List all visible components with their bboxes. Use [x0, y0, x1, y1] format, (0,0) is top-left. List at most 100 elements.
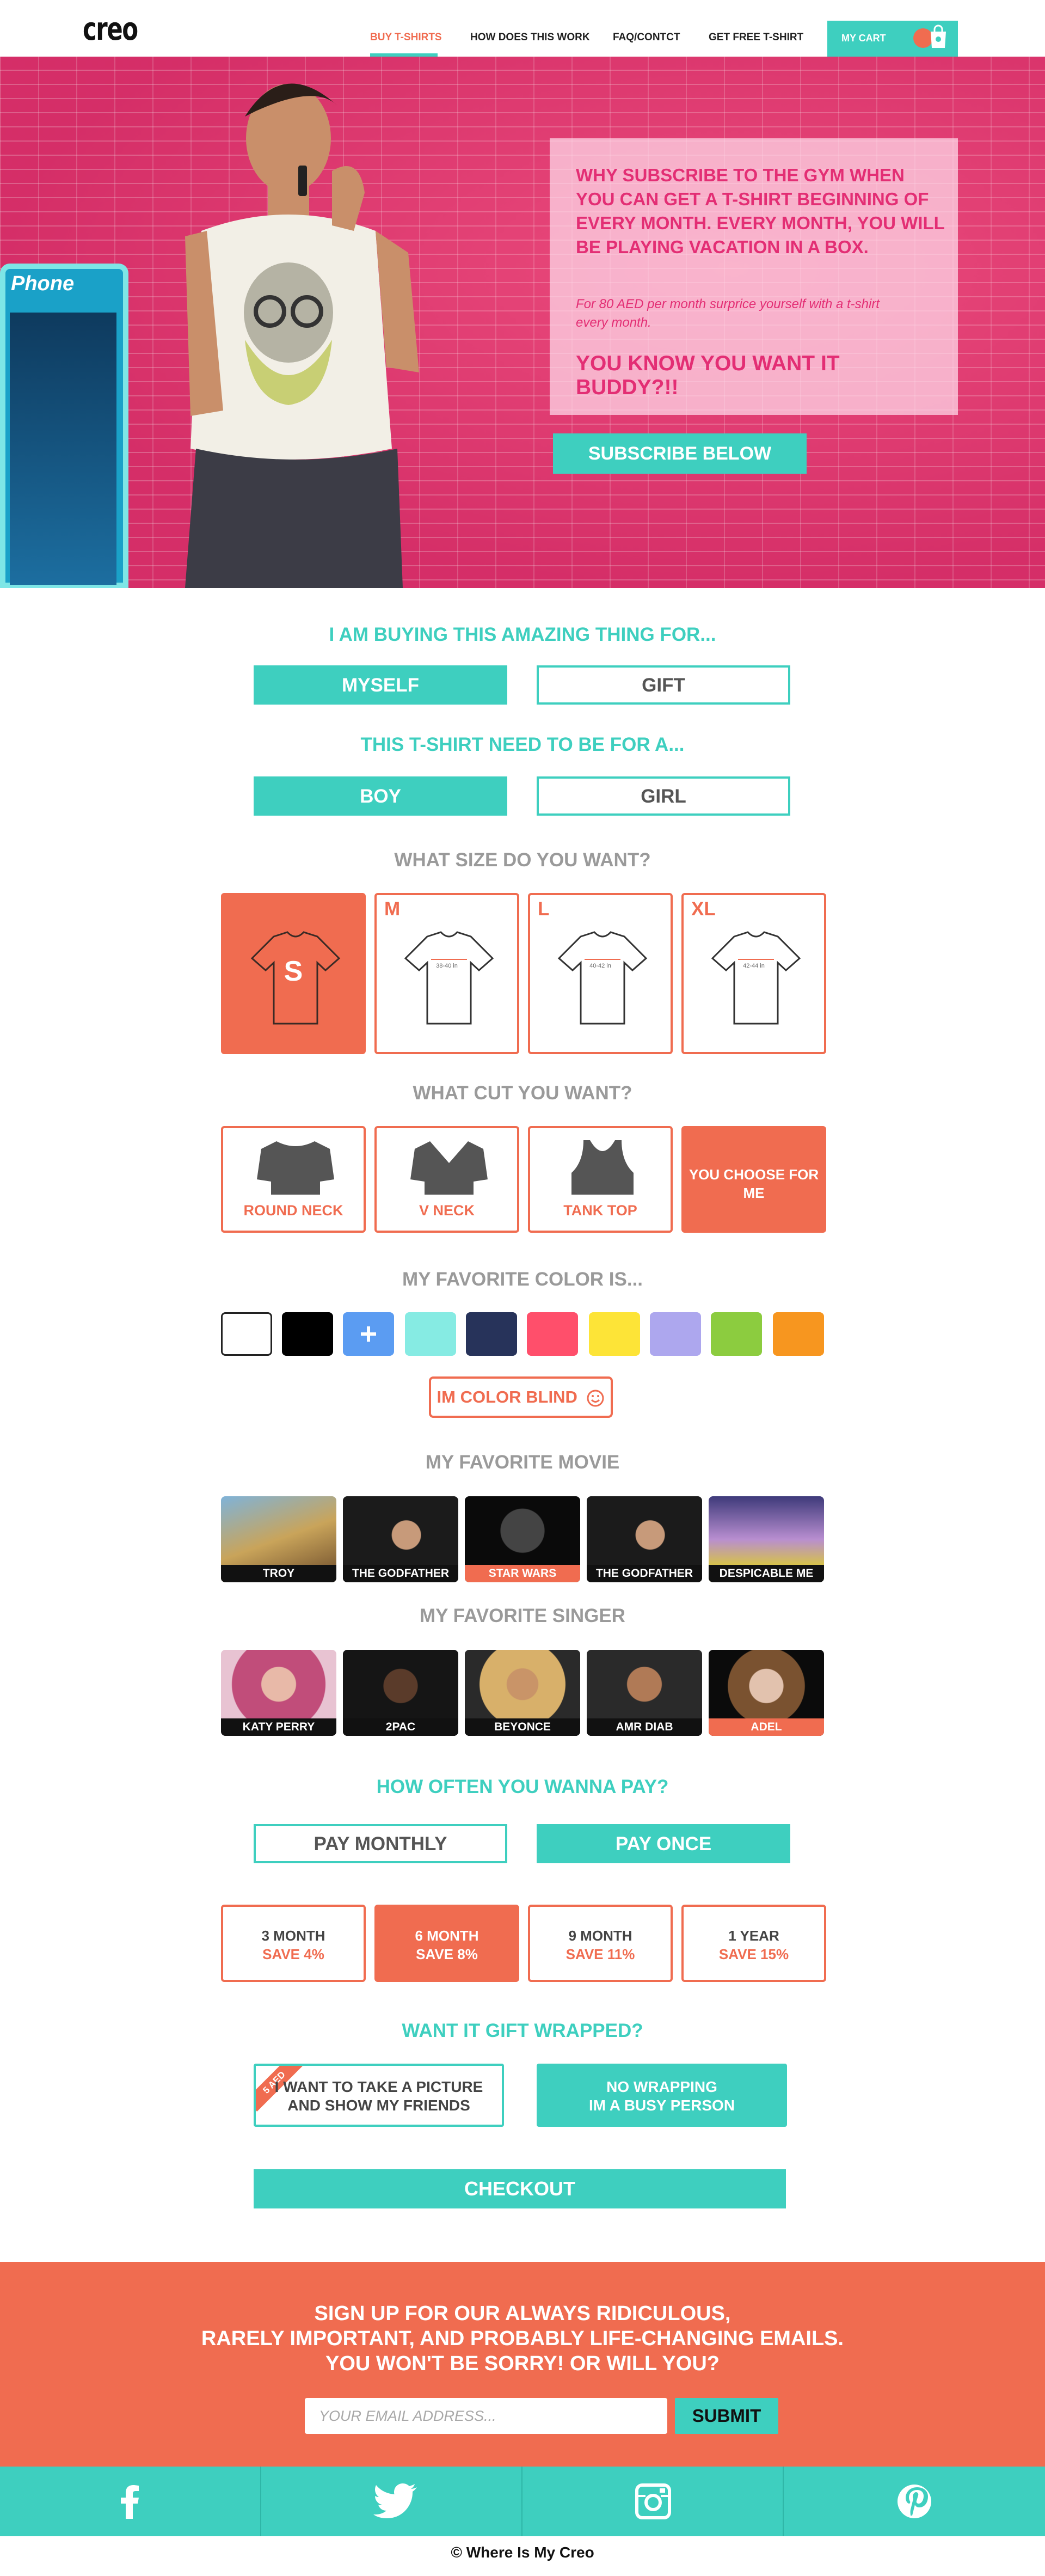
color-swatch-white[interactable] — [221, 1312, 272, 1356]
movie-tile-troy[interactable]: TROY — [221, 1496, 336, 1582]
cut-label-tank-top: TANK TOP — [563, 1202, 637, 1219]
instagram-icon — [635, 2483, 671, 2519]
size-card-xl[interactable]: XL 42-44 in — [681, 893, 826, 1054]
cut-label-round-neck: ROUND NECK — [243, 1202, 343, 1219]
cart-label: MY CART — [841, 33, 886, 44]
singer-title: MY FAVORITE SINGER — [420, 1605, 625, 1626]
hero-headline: WHY SUBSCRIBE TO THE GYM WHEN YOU CAN GE… — [576, 165, 945, 257]
nav-buy-tshirts[interactable]: BUY T-SHIRTS — [370, 32, 442, 44]
cut-card-round-neck[interactable]: ROUND NECK — [221, 1126, 366, 1233]
option-gift[interactable]: GIFT — [537, 665, 790, 705]
cut-card-tank-top[interactable]: TANK TOP — [528, 1126, 673, 1233]
movie-tile-despicable-me[interactable]: DESPICABLE ME — [709, 1496, 824, 1582]
plan-1-year[interactable]: 1 YEAR SAVE 15% — [681, 1905, 826, 1982]
plan-3-month[interactable]: 3 MONTH SAVE 4% — [221, 1905, 366, 1982]
option-myself[interactable]: MYSELF — [254, 665, 507, 705]
plan-term: 6 MONTH — [415, 1928, 479, 1944]
nav-how-it-works[interactable]: HOW DOES THIS WORK — [470, 32, 590, 44]
copyright: © Where Is My Creo — [451, 2544, 594, 2561]
option-pay-monthly[interactable]: PAY MONTHLY — [254, 1824, 507, 1863]
plan-saving: SAVE 4% — [262, 1946, 324, 1962]
color-swatch-green[interactable] — [711, 1312, 762, 1356]
logo[interactable]: creo — [83, 10, 138, 48]
size-label-s: S — [284, 956, 303, 987]
movie-tile-godfather-2[interactable]: THE GODFATHER — [587, 1496, 702, 1582]
gender-title: THIS T-SHIRT NEED TO BE FOR A... — [360, 734, 685, 755]
submit-button[interactable]: SUBMIT — [675, 2398, 778, 2434]
singer-label: 2PAC — [343, 1718, 458, 1736]
pinterest-link[interactable] — [784, 2467, 1045, 2536]
cut-card-you-choose[interactable]: YOU CHOOSE FOR ME — [681, 1126, 826, 1233]
option-girl[interactable]: GIRL — [537, 776, 790, 816]
wrap-line-1: NO WRAPPING — [606, 2078, 717, 2095]
movie-tile-star-wars[interactable]: STAR WARS — [465, 1496, 580, 1582]
tshirt-icon — [711, 931, 801, 1025]
movie-label: STAR WARS — [465, 1565, 580, 1582]
hero-text-panel: WHY SUBSCRIBE TO THE GYM WHEN YOU CAN GE… — [550, 138, 958, 415]
email-input[interactable] — [305, 2398, 667, 2434]
checkout-button[interactable]: CHECKOUT — [254, 2169, 786, 2208]
nav-get-free-tshirt[interactable]: GET FREE T-SHIRT — [709, 32, 803, 44]
color-swatch-lavender[interactable] — [650, 1312, 701, 1356]
movie-tile-godfather[interactable]: THE GODFATHER — [343, 1496, 458, 1582]
social-bar — [0, 2467, 1045, 2536]
color-swatch-aqua[interactable] — [405, 1312, 456, 1356]
wrap-line-2: AND SHOW MY FRIENDS — [287, 2097, 470, 2114]
option-pay-once[interactable]: PAY ONCE — [537, 1824, 790, 1863]
wrap-line-2: IM A BUSY PERSON — [588, 2097, 735, 2114]
singer-label: KATY PERRY — [221, 1718, 336, 1736]
subscribe-below-button[interactable]: SUBSCRIBE BELOW — [553, 433, 807, 474]
singer-tile-adel[interactable]: ADEL — [709, 1650, 824, 1736]
model-photo — [185, 83, 419, 588]
plan-6-month[interactable]: 6 MONTH SAVE 8% — [374, 1905, 519, 1982]
twitter-icon — [373, 2483, 417, 2518]
hero-tagline: YOU KNOW YOU WANT IT BUDDY?!! — [576, 352, 840, 399]
plan-9-month[interactable]: 9 MONTH SAVE 11% — [528, 1905, 673, 1982]
singer-tile-katy-perry[interactable]: KATY PERRY — [221, 1650, 336, 1736]
movie-label: DESPICABLE ME — [709, 1565, 824, 1582]
hero-price-text: For 80 AED per month surprice yourself w… — [576, 297, 880, 330]
v-neck-shirt-icon — [410, 1141, 488, 1195]
color-swatch-yellow[interactable] — [589, 1312, 640, 1356]
size-card-s[interactable]: S — [221, 893, 366, 1054]
movie-label: TROY — [221, 1565, 336, 1582]
facebook-link[interactable] — [0, 2467, 261, 2536]
color-swatch-navy[interactable] — [466, 1312, 517, 1356]
option-boy[interactable]: BOY — [254, 776, 507, 816]
shopping-bag-icon — [931, 25, 946, 48]
newsletter-line-3: YOU WON'T BE SORRY! OR WILL YOU? — [325, 2352, 720, 2375]
my-cart-button[interactable]: MY CART — [827, 21, 958, 57]
cut-card-v-neck[interactable]: V NECK — [374, 1126, 519, 1233]
round-neck-shirt-icon — [257, 1141, 334, 1195]
color-swatch-orange[interactable] — [773, 1312, 824, 1356]
phone-booth-label: Phone — [11, 272, 75, 295]
option-no-wrapping[interactable]: NO WRAPPING IM A BUSY PERSON — [537, 2064, 787, 2127]
singer-label: ADEL — [709, 1718, 824, 1736]
singer-tile-amr-diab[interactable]: AMR DIAB — [587, 1650, 702, 1736]
smiley-icon — [587, 1390, 604, 1407]
nav-faq-contact[interactable]: FAQ/CONTCT — [613, 32, 680, 44]
newsletter-section: SIGN UP FOR OUR ALWAYS RIDICULOUS, RAREL… — [0, 2262, 1045, 2467]
color-blind-button[interactable]: IM COLOR BLIND — [429, 1376, 613, 1418]
facebook-icon — [121, 2485, 139, 2519]
movie-label: THE GODFATHER — [343, 1565, 458, 1582]
color-swatch-black[interactable] — [282, 1312, 333, 1356]
instagram-link[interactable] — [522, 2467, 784, 2536]
cut-label-v-neck: V NECK — [419, 1202, 475, 1219]
option-gift-wrap[interactable]: 5 AED I WANT TO TAKE A PICTURE AND SHOW … — [254, 2064, 504, 2127]
singer-tile-beyonce[interactable]: BEYONCE — [465, 1650, 580, 1736]
newsletter-line-2: RARELY IMPORTANT, AND PROBABLY LIFE-CHAN… — [201, 2327, 844, 2350]
plan-term: 9 MONTH — [568, 1928, 632, 1944]
size-label-l: L — [538, 898, 550, 920]
cut-label-you-choose: YOU CHOOSE FOR ME — [689, 1166, 819, 1201]
size-card-l[interactable]: L 40-42 in — [528, 893, 673, 1054]
size-card-m[interactable]: M 38-40 in — [374, 893, 519, 1054]
color-title: MY FAVORITE COLOR IS... — [402, 1269, 643, 1290]
color-swatch-add[interactable] — [343, 1312, 394, 1356]
plan-saving: SAVE 11% — [565, 1946, 635, 1962]
singer-tile-2pac[interactable]: 2PAC — [343, 1650, 458, 1736]
size-label-xl: XL — [691, 898, 716, 920]
color-swatch-red[interactable] — [527, 1312, 578, 1356]
twitter-link[interactable] — [261, 2467, 522, 2536]
size-measure-m: 38-40 in — [436, 963, 458, 969]
